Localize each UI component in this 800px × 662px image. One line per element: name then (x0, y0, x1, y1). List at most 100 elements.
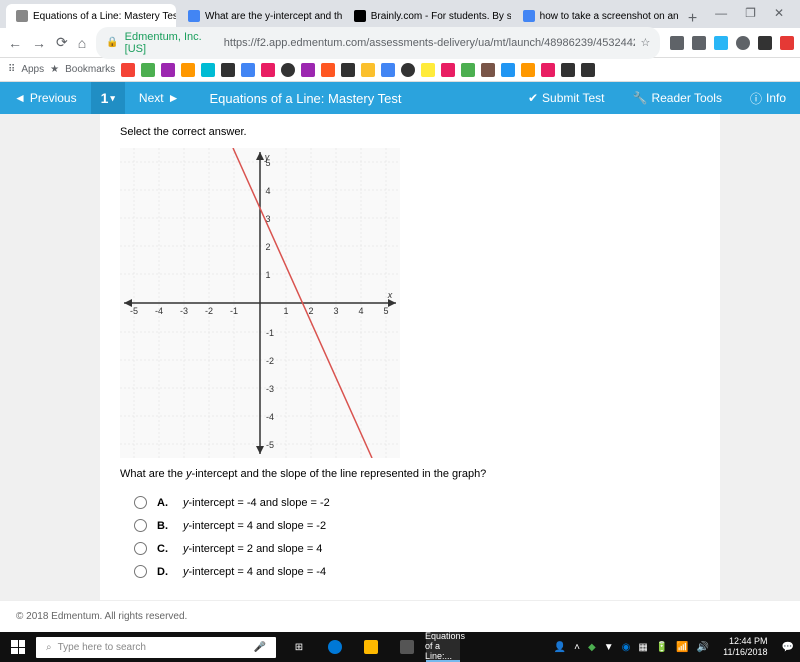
bookmark-icon[interactable] (541, 63, 555, 77)
ext-icon[interactable] (692, 36, 706, 50)
star-icon[interactable]: ☆ (641, 36, 651, 49)
bookmark-icon[interactable] (241, 63, 255, 77)
ext-icon[interactable] (714, 36, 728, 50)
radio-b[interactable] (134, 519, 147, 532)
url-input[interactable]: 🔒 Edmentum, Inc. [US] https://f2.app.edm… (96, 27, 660, 59)
answer-b[interactable]: B.y-intercept = 4 and slope = -2 (134, 519, 700, 532)
task-view-icon[interactable]: ⊞ (282, 632, 316, 662)
ext-icon[interactable] (670, 36, 684, 50)
bookmark-icon[interactable] (261, 63, 275, 77)
svg-text:y: y (264, 152, 270, 162)
tab-4[interactable]: how to take a screenshot on an× (513, 4, 678, 28)
answer-a[interactable]: A.y-intercept = -4 and slope = -2 (134, 496, 700, 509)
clock[interactable]: 12:44 PM11/16/2018 (717, 636, 773, 658)
mic-icon[interactable]: 🎤 (254, 642, 266, 653)
bookmark-icon[interactable] (121, 63, 135, 77)
bookmark-icon[interactable] (481, 63, 495, 77)
bookmark-icon[interactable] (301, 63, 315, 77)
bookmark-icon[interactable] (221, 63, 235, 77)
bookmark-icon[interactable] (521, 63, 535, 77)
bookmark-icon[interactable] (281, 63, 295, 77)
store-icon[interactable] (390, 632, 424, 662)
svg-text:4: 4 (265, 186, 270, 196)
ext-icon[interactable] (780, 36, 794, 50)
bookmark-icon[interactable] (321, 63, 335, 77)
bookmark-icon[interactable] (501, 63, 515, 77)
bookmark-icon[interactable] (561, 63, 575, 77)
svg-text:2: 2 (308, 306, 313, 316)
reload-icon[interactable]: ⟳ (56, 34, 68, 51)
apps-icon[interactable]: ⠿ (8, 64, 15, 75)
people-icon[interactable]: 👤 (554, 642, 566, 653)
question-number[interactable]: 1▾ (91, 82, 125, 114)
page-title: Equations of a Line: Mastery Test (193, 91, 417, 106)
explorer-icon[interactable] (354, 632, 388, 662)
edge-icon[interactable] (318, 632, 352, 662)
tab-3[interactable]: Brainly.com - For students. By s× (344, 4, 511, 28)
bookmark-icon[interactable] (161, 63, 175, 77)
reader-tools-button[interactable]: 🔧Reader Tools (619, 82, 736, 114)
bookmark-icon[interactable] (201, 63, 215, 77)
footer: © 2018 Edmentum. All rights reserved. (0, 600, 800, 632)
volume-icon[interactable]: 🔊 (697, 642, 709, 653)
home-icon[interactable]: ⌂ (78, 35, 86, 51)
close-icon[interactable]: ✕ (774, 6, 784, 20)
taskbar: ⌕Type here to search🎤 ⊞ Equations of a L… (0, 632, 800, 662)
ext-icon[interactable] (758, 36, 772, 50)
extensions: ⁝⁝⁝ ⋮ (670, 36, 800, 50)
forward-icon[interactable]: → (32, 35, 46, 51)
svg-text:3: 3 (333, 306, 338, 316)
svg-text:x: x (387, 290, 393, 300)
wrench-icon: 🔧 (633, 91, 648, 105)
tray-icon[interactable]: ▼ (604, 642, 614, 653)
minimize-icon[interactable]: — (715, 6, 727, 20)
previous-button[interactable]: ◄Previous (0, 82, 91, 114)
tray-icon[interactable]: ▦ (638, 642, 647, 653)
bookmark-icon[interactable] (401, 63, 415, 77)
tray-icon[interactable]: ◆ (588, 642, 596, 653)
back-icon[interactable]: ← (8, 35, 22, 51)
bookmark-icon[interactable] (381, 63, 395, 77)
bookmark-icon[interactable] (581, 63, 595, 77)
next-button[interactable]: Next► (125, 82, 194, 114)
info-button[interactable]: ⓘInfo (736, 82, 800, 114)
windows-icon (11, 640, 25, 654)
bookmarks-bar: ⠿ Apps ★ Bookmarks (0, 58, 800, 82)
prompt: Select the correct answer. (120, 126, 700, 138)
answer-c[interactable]: C.y-intercept = 2 and slope = 4 (134, 542, 700, 555)
star-icon: ★ (50, 64, 59, 75)
radio-c[interactable] (134, 542, 147, 555)
svg-text:-5: -5 (130, 306, 138, 316)
ext-icon[interactable] (736, 36, 750, 50)
tab-2[interactable]: What are the y-intercept and th× (178, 4, 342, 28)
radio-d[interactable] (134, 565, 147, 578)
content-area[interactable]: Select the correct answer. -5-4-3-2-1 12… (0, 114, 800, 600)
maximize-icon[interactable]: ❐ (745, 6, 756, 20)
answer-d[interactable]: D.y-intercept = 4 and slope = -4 (134, 565, 700, 578)
bookmark-icon[interactable] (181, 63, 195, 77)
tray-icon[interactable]: ◉ (622, 642, 631, 653)
submit-test-button[interactable]: ✔Submit Test (514, 82, 619, 114)
bookmark-icon[interactable] (461, 63, 475, 77)
svg-text:-3: -3 (266, 384, 274, 394)
page-icon (16, 10, 28, 22)
start-button[interactable] (0, 632, 36, 662)
tab-1[interactable]: Equations of a Line: Mastery Test× (6, 4, 176, 28)
battery-icon[interactable]: 🔋 (656, 642, 668, 653)
graph: -5-4-3-2-1 12345 54321 -1-2-3-4-5 yx (120, 148, 400, 458)
chrome-app[interactable]: Equations of a Line:... (426, 632, 460, 662)
bookmark-icon[interactable] (441, 63, 455, 77)
bookmark-icon[interactable] (141, 63, 155, 77)
answers: A.y-intercept = -4 and slope = -2 B.y-in… (120, 496, 700, 578)
notifications-icon[interactable]: 💬 (782, 642, 794, 653)
search-icon: ⌕ (46, 642, 52, 653)
bookmark-icon[interactable] (361, 63, 375, 77)
radio-a[interactable] (134, 496, 147, 509)
question-panel: Select the correct answer. -5-4-3-2-1 12… (100, 114, 720, 600)
new-tab-button[interactable]: + (680, 10, 705, 28)
bookmark-icon[interactable] (421, 63, 435, 77)
up-icon[interactable]: ˄ (574, 642, 580, 653)
wifi-icon[interactable]: 📶 (676, 642, 688, 653)
page-icon (354, 10, 366, 22)
bookmark-icon[interactable] (341, 63, 355, 77)
